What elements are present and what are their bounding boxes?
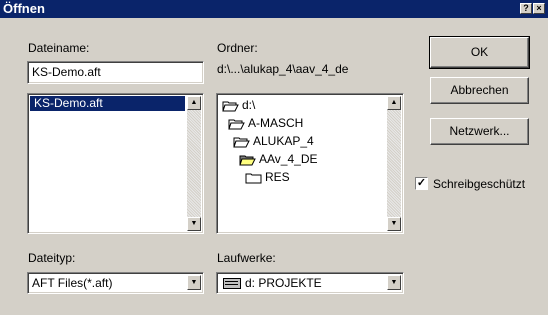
tree-item-label: A-MASCH <box>248 116 304 130</box>
network-button[interactable]: Netzwerk... <box>430 118 529 145</box>
tree-item[interactable]: A-MASCH <box>228 114 303 132</box>
tree-item[interactable]: ALUKAP_4 <box>233 132 314 150</box>
filename-label: Dateiname: <box>28 41 90 55</box>
filetype-select[interactable]: AFT Files(*.aft) ▼ <box>27 272 204 294</box>
tree-item[interactable]: AAv_4_DE <box>239 150 317 168</box>
open-folder-icon <box>222 101 239 112</box>
chevron-down-icon[interactable]: ▼ <box>387 275 401 290</box>
readonly-label: Schreibgeschützt <box>433 177 526 191</box>
close-button[interactable]: × <box>533 3 545 14</box>
tree-item-label: AAv_4_DE <box>259 152 318 166</box>
drives-value: d: PROJEKTE <box>245 276 322 290</box>
tree-item[interactable]: RES <box>245 168 290 186</box>
filetype-value: AFT Files(*.aft) <box>32 276 113 290</box>
cancel-button[interactable]: Abbrechen <box>430 77 529 104</box>
open-folder-icon <box>233 137 250 148</box>
folder-tree[interactable]: d:\ A-MASCH ALUKAP_4 AAv_4_DE RES ▲ ▼ <box>216 93 404 234</box>
open-folder-icon <box>228 119 245 130</box>
filetype-label: Dateityp: <box>28 251 76 265</box>
tree-item[interactable]: d:\ <box>222 96 255 114</box>
open-dialog: Öffnen ? × Dateiname: KS-Demo.aft KS-Dem… <box>0 0 548 315</box>
ok-button[interactable]: OK <box>429 36 530 69</box>
open-folder-icon <box>239 155 256 166</box>
drive-icon <box>223 278 241 289</box>
scroll-up-icon[interactable]: ▲ <box>387 96 401 110</box>
tree-item-label: RES <box>265 170 290 184</box>
readonly-checkbox[interactable]: ✓ <box>415 177 428 190</box>
window-title: Öffnen <box>3 1 45 16</box>
file-list-scrollbar[interactable]: ▲ ▼ <box>187 96 201 231</box>
drives-label: Laufwerke: <box>217 251 276 265</box>
title-bar[interactable]: Öffnen ? × <box>0 0 548 18</box>
list-item[interactable]: KS-Demo.aft <box>30 96 185 111</box>
tree-item-label: d:\ <box>242 98 256 112</box>
drives-select[interactable]: d: PROJEKTE ▼ <box>216 272 404 294</box>
folder-path: d:\...\alukap_4\aav_4_de <box>217 62 349 76</box>
scroll-up-icon[interactable]: ▲ <box>187 96 201 110</box>
scroll-down-icon[interactable]: ▼ <box>187 217 201 231</box>
scroll-down-icon[interactable]: ▼ <box>387 217 401 231</box>
filename-input[interactable]: KS-Demo.aft <box>27 61 204 84</box>
file-list[interactable]: KS-Demo.aft ▲ ▼ <box>27 93 204 234</box>
filename-input-value: KS-Demo.aft <box>32 65 101 79</box>
tree-item-label: ALUKAP_4 <box>253 134 314 148</box>
folder-tree-scrollbar[interactable]: ▲ ▼ <box>387 96 401 231</box>
folder-label: Ordner: <box>217 41 258 55</box>
help-button[interactable]: ? <box>520 3 532 14</box>
folder-icon <box>245 173 262 184</box>
chevron-down-icon[interactable]: ▼ <box>187 275 201 290</box>
